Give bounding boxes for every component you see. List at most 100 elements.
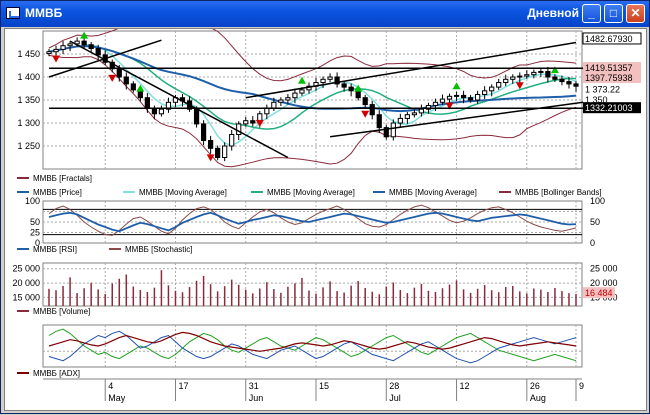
price-candle — [123, 76, 129, 85]
price-candle — [404, 114, 410, 119]
price-candle — [130, 83, 136, 91]
osc-right-tick-label: 100 — [590, 196, 605, 206]
price-candle — [46, 51, 52, 55]
price-candle — [250, 120, 256, 124]
vol-left-tick-label: 15 000 — [12, 292, 40, 302]
price-candle — [278, 99, 284, 103]
price-candle — [264, 107, 270, 115]
legend-label: ММВБ [Price] — [33, 188, 82, 197]
price-candle — [236, 123, 242, 135]
x-day-label: 26 — [530, 381, 540, 391]
x-day-label: 15 — [319, 381, 329, 391]
price-candle — [67, 43, 73, 47]
vol-left-tick-label: 20 000 — [12, 278, 40, 288]
legend-label: ММВБ [Moving Average] — [139, 188, 227, 197]
price-candle — [243, 120, 249, 125]
price-candle — [158, 108, 165, 115]
price-left-tick-label: 1 350 — [17, 95, 40, 105]
price-candle — [559, 78, 565, 83]
x-month-label: May — [108, 393, 126, 403]
price-candle — [222, 145, 228, 158]
price-candle — [348, 86, 354, 92]
x-day-label: 12 — [460, 381, 470, 391]
price-candle — [411, 112, 417, 116]
osc-right-tick-label: 0 — [590, 238, 595, 248]
legend-label: ММВБ [Volume] — [33, 307, 90, 316]
legend-label: ММВБ [ADX] — [33, 369, 80, 378]
price-left-tick-label: 1 450 — [17, 49, 40, 59]
price-candle — [446, 95, 453, 100]
vol-left-tick-label: 25 000 — [12, 264, 40, 274]
vol-panel-frame — [42, 262, 583, 307]
price-candle — [397, 117, 403, 124]
title-bar[interactable]: ММВБ Дневной _ □ ✕ — [1, 1, 649, 27]
x-month-label: Aug — [530, 393, 546, 403]
price-candle — [524, 74, 530, 77]
price-candle — [355, 90, 361, 99]
price-candle — [496, 82, 502, 88]
price-candle — [573, 83, 579, 87]
price-left-tick-label: 1 300 — [17, 118, 40, 128]
chart-area[interactable]: 1 450 1 400 1 350 1 300 1 250 1482.67930 1419.… — [4, 15, 647, 411]
price-candle — [432, 101, 439, 107]
price-candle — [81, 40, 87, 46]
price-candle — [215, 147, 221, 159]
chart-window: ММВБ Дневной _ □ ✕ 1 450 1 400 1 350 1 300 1… — [0, 0, 650, 414]
window-title: ММВБ — [25, 6, 63, 20]
osc-left-tick-label: 50 — [30, 217, 40, 227]
price-candle — [467, 97, 474, 101]
price-candle — [552, 76, 558, 80]
price-candle — [53, 48, 59, 53]
price-left-tick-label: 1 250 — [17, 141, 40, 151]
price-candle — [88, 44, 94, 49]
price-candle — [369, 104, 375, 116]
price-left-tick-label: 1 400 — [17, 72, 40, 82]
price-candle — [200, 123, 207, 141]
legend-label: ММВБ [Moving Average] — [389, 188, 477, 197]
price-candle — [418, 108, 425, 114]
price-candle — [144, 97, 150, 109]
price-candle — [320, 78, 326, 84]
price-candle — [453, 94, 460, 97]
price-candle — [327, 76, 333, 80]
price-candle — [271, 101, 277, 109]
app-icon — [6, 7, 20, 19]
close-icon[interactable]: ✕ — [626, 4, 645, 23]
price-candle — [193, 108, 200, 125]
minimize-icon[interactable]: _ — [582, 4, 601, 23]
legend-label: ММВБ [Stochastic] — [125, 245, 193, 254]
price-candle — [531, 71, 537, 76]
x-day-label: 9 — [579, 381, 584, 391]
price-candle — [566, 81, 572, 85]
vol-right-tick-label: 20 000 — [590, 278, 618, 288]
price-candle — [489, 86, 495, 92]
price-right-label: 1419.51357 — [585, 63, 633, 73]
osc-right-tick-label: 50 — [590, 217, 600, 227]
x-day-label: 31 — [249, 381, 259, 391]
x-day-label: 4 — [108, 381, 113, 391]
price-candle — [151, 107, 158, 115]
x-month-label: Jul — [389, 393, 401, 403]
stock-chart[interactable]: 1 450 1 400 1 350 1 300 1 250 1482.67930 1419.… — [5, 15, 646, 410]
x-day-label: 28 — [389, 381, 399, 391]
price-candle — [362, 97, 368, 106]
legend-label: ММВБ [Fractals] — [33, 174, 92, 183]
price-candle — [116, 68, 122, 78]
price-candle — [538, 70, 544, 73]
price-candle — [299, 89, 305, 94]
price-candle — [95, 47, 101, 56]
price-candle — [517, 75, 523, 78]
price-right-label: 1482.67930 — [585, 34, 633, 44]
price-candle — [208, 139, 214, 149]
price-candle — [390, 122, 396, 138]
price-candle — [439, 98, 446, 103]
timeframe-label: Дневной — [527, 6, 579, 20]
x-month-label: Jun — [249, 393, 264, 403]
price-candle — [475, 93, 481, 101]
x-day-label: 17 — [178, 381, 188, 391]
price-candle — [60, 45, 66, 50]
price-candle — [341, 83, 347, 88]
vol-right-tick-label: 25 000 — [590, 264, 618, 274]
price-candle — [503, 78, 509, 84]
maximize-icon[interactable]: □ — [604, 4, 623, 23]
